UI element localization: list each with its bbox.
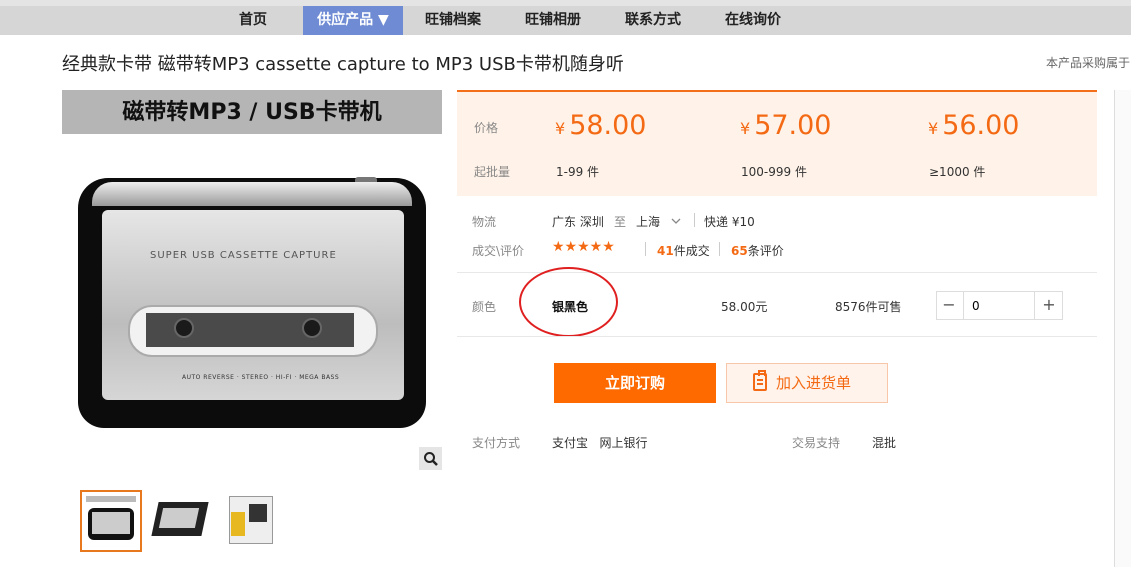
nav-shop-album[interactable]: 旺铺相册 — [513, 6, 593, 35]
quantity-stepper: − + — [936, 291, 1063, 320]
divider — [457, 336, 1097, 337]
chevron-down-icon[interactable] — [671, 212, 683, 226]
qty-tier-3: ≥1000 件 — [929, 165, 986, 179]
nav-home[interactable]: 首页 — [218, 6, 288, 35]
review-count[interactable]: 65条评价 — [731, 242, 784, 259]
ship-to-word: 至 — [614, 215, 627, 229]
buy-now-button[interactable]: 立即订购 — [554, 363, 716, 403]
trade-support-label: 交易支持 — [792, 436, 841, 450]
side-note: 本产品采购属于 — [1046, 56, 1131, 70]
price-box — [457, 90, 1097, 196]
thumbnail-3[interactable] — [221, 490, 281, 550]
clipboard-icon — [753, 370, 767, 391]
divider — [719, 242, 720, 256]
nav-inquiry[interactable]: 在线询价 — [713, 6, 793, 35]
right-side-panel — [1114, 90, 1131, 567]
thumbnail-2[interactable] — [151, 490, 211, 550]
price-label: 价格 — [474, 121, 499, 135]
nav-shop-profile[interactable]: 旺铺档案 — [413, 6, 493, 35]
logistics-label: 物流 — [472, 215, 497, 229]
variant-price: 58.00元 — [721, 300, 768, 314]
qty-tier-2: 100-999 件 — [741, 165, 807, 179]
color-label: 颜色 — [472, 300, 497, 314]
decrement-button[interactable]: − — [937, 292, 961, 319]
ship-to-select[interactable]: 上海 — [636, 213, 660, 230]
top-nav: 首页 供应产品 ▼ 旺铺档案 旺铺相册 联系方式 在线询价 — [0, 0, 1131, 35]
magnifier-icon[interactable] — [419, 447, 442, 470]
rating-stars: ★★★★★ — [552, 239, 615, 255]
quantity-input[interactable] — [963, 292, 1035, 319]
payment-label: 支付方式 — [472, 436, 521, 450]
cassette-reel-right — [302, 318, 322, 338]
thumbnail-1[interactable] — [80, 490, 142, 552]
annotation-circle — [519, 267, 618, 337]
device-top — [92, 182, 412, 206]
device-face-text: SUPER USB CASSETTE CAPTURE — [150, 250, 337, 261]
price-tier-1: ¥58.00 — [555, 110, 647, 141]
reviews-label: 成交\评价 — [472, 244, 525, 258]
price-tier-3: ¥56.00 — [928, 110, 1020, 141]
deals-count[interactable]: 41件成交 — [657, 242, 710, 259]
min-qty-label: 起批量 — [474, 165, 511, 179]
payment-methods: 支付宝 网上银行 — [552, 436, 648, 450]
device-small-text: AUTO REVERSE · STEREO · HI-FI · MEGA BAS… — [182, 374, 340, 381]
divider — [694, 213, 695, 227]
add-to-cart-label: 加入进货单 — [776, 374, 852, 392]
ship-from: 广东 深圳 — [552, 215, 604, 229]
product-banner: 磁带转MP3 / USB卡带机 — [62, 90, 442, 134]
shipping-fee: 快递 ¥10 — [704, 215, 755, 229]
cassette-reel-left — [174, 318, 194, 338]
product-title: 经典款卡带 磁带转MP3 cassette capture to MP3 USB… — [62, 54, 624, 75]
nav-contact[interactable]: 联系方式 — [613, 6, 693, 35]
trade-support-value: 混批 — [872, 436, 897, 450]
increment-button[interactable]: + — [1037, 292, 1061, 319]
add-to-cart-button[interactable]: 加入进货单 — [726, 363, 888, 403]
nav-products[interactable]: 供应产品 ▼ — [303, 6, 403, 35]
qty-tier-1: 1-99 件 — [556, 165, 600, 179]
divider — [645, 242, 646, 256]
price-tier-2: ¥57.00 — [740, 110, 832, 141]
variant-stock: 8576件可售 — [835, 300, 902, 314]
